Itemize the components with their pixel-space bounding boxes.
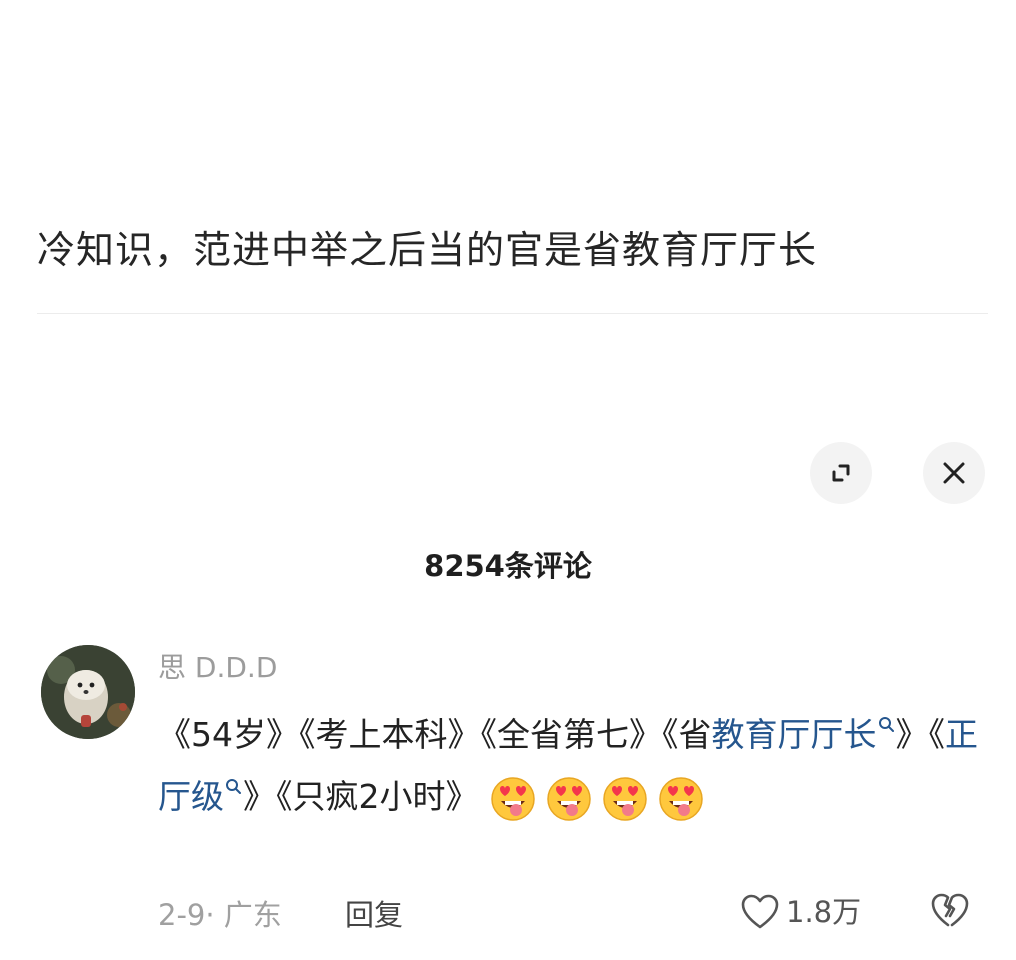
emoji-group bbox=[489, 775, 713, 823]
comment-count-title: 8254条评论 bbox=[424, 549, 592, 583]
search-icon bbox=[225, 778, 243, 796]
hedgehog-avatar-image bbox=[41, 645, 135, 739]
broken-heart-icon bbox=[931, 893, 969, 927]
keyword-link-education-department-head[interactable]: 教育厅厅长 bbox=[712, 715, 896, 754]
like-count: 1.8万 bbox=[786, 895, 862, 929]
close-button[interactable] bbox=[923, 442, 985, 504]
comment-text: 《54岁》《考上本科》《全省第七》《省教育厅厅长 》《正厅级 》《只疯2小时》 bbox=[158, 704, 978, 828]
avatar[interactable] bbox=[41, 645, 135, 739]
comment-date-location: 2-9· 广东 bbox=[158, 898, 282, 932]
star-struck-tongue-emoji bbox=[547, 776, 591, 821]
comment-text-part: 《54岁》《考上本科》《全省第七》《省 bbox=[158, 715, 712, 754]
star-struck-tongue-emoji bbox=[659, 776, 703, 821]
post-divider bbox=[37, 313, 988, 314]
close-icon bbox=[943, 462, 965, 484]
search-icon bbox=[878, 716, 896, 734]
star-struck-tongue-emoji bbox=[491, 776, 535, 821]
dislike-button[interactable] bbox=[930, 892, 970, 934]
expand-button[interactable] bbox=[810, 442, 872, 504]
post-text: 冷知识，范进中举之后当的官是省教育厅厅长 bbox=[37, 228, 818, 272]
star-struck-tongue-emoji bbox=[603, 776, 647, 821]
expand-icon bbox=[832, 464, 850, 482]
keyword-label: 教育厅厅长 bbox=[711, 715, 877, 754]
comment-text-part: 》《只疯2小时》 bbox=[243, 777, 479, 816]
reply-button[interactable]: 回复 bbox=[345, 895, 403, 935]
comment-text-part: 》《 bbox=[895, 715, 946, 754]
like-button[interactable]: 1.8万 bbox=[740, 892, 861, 932]
heart-icon bbox=[741, 894, 779, 929]
comment-username[interactable]: 思 D.D.D bbox=[158, 648, 277, 688]
